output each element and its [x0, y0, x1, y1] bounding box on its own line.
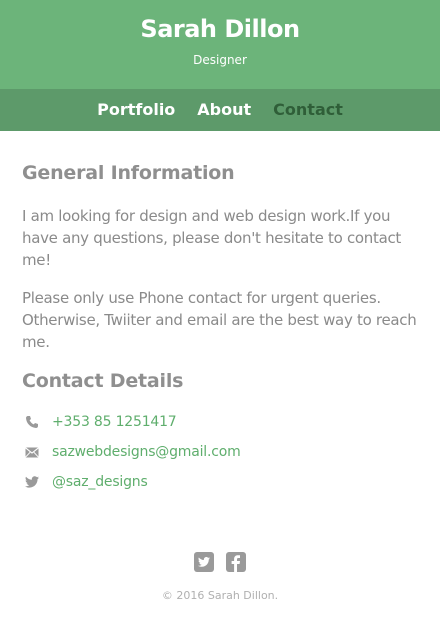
- contact-email: sazwebdesigns@gmail.com: [22, 442, 241, 462]
- intro-paragraph: I am looking for design and web design w…: [22, 207, 402, 269]
- footer-twitter-icon[interactable]: [194, 552, 214, 572]
- copyright-text: © 2016 Sarah Dillon.: [161, 589, 279, 602]
- main-nav: Portfolio About Contact: [0, 89, 440, 131]
- contact-twitter: @saz_designs: [22, 472, 148, 492]
- phone-icon: [22, 412, 42, 432]
- footer-facebook-icon[interactable]: [226, 552, 246, 572]
- general-information-heading: General Information: [22, 162, 235, 184]
- nav-item-about[interactable]: About: [197, 89, 251, 131]
- nav-item-portfolio[interactable]: Portfolio: [97, 89, 175, 131]
- phone-link[interactable]: +353 85 1251417: [52, 414, 177, 430]
- site-title[interactable]: Sarah Dillon: [0, 15, 440, 43]
- email-link[interactable]: sazwebdesigns@gmail.com: [52, 444, 241, 460]
- twitter-icon: [22, 472, 42, 492]
- envelope-icon: [22, 442, 42, 462]
- nav-item-contact[interactable]: Contact: [273, 89, 343, 131]
- footer-social: [0, 552, 440, 572]
- contact-note-paragraph: Please only use Phone contact for urgent…: [22, 289, 417, 351]
- twitter-link[interactable]: @saz_designs: [52, 474, 148, 490]
- contact-phone: +353 85 1251417: [22, 412, 177, 432]
- contact-details-heading: Contact Details: [22, 370, 184, 392]
- site-subtitle: Designer: [193, 53, 247, 67]
- site-header: Sarah Dillon Designer: [0, 0, 440, 89]
